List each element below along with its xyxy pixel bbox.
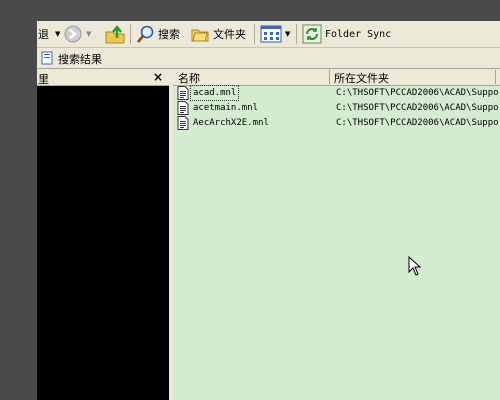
address-bar[interactable] xyxy=(37,48,500,69)
column-divider[interactable] xyxy=(495,70,496,84)
up-folder-button[interactable] xyxy=(104,24,126,44)
search-icon xyxy=(136,24,156,44)
forward-arrow-icon xyxy=(63,24,83,44)
file-row[interactable]: AecArchX2E.mnl C:\THSOFT\PCCAD2006\ACAD\… xyxy=(177,116,500,131)
file-name: acad.mnl xyxy=(189,85,240,101)
folders-button[interactable]: 文件夹 xyxy=(190,24,246,44)
column-header-name[interactable]: 名称 xyxy=(178,70,200,86)
file-name: acetmain.mnl xyxy=(193,103,259,113)
explorer-bar-pane xyxy=(37,69,169,400)
file-folder-path: C:\THSOFT\PCCAD2006\ACAD\Support xyxy=(336,88,500,98)
explorer-bar-header xyxy=(37,69,169,86)
search-button-label: 搜索 xyxy=(158,28,180,41)
forward-button[interactable]: ▼ xyxy=(63,24,91,44)
file-name: AecArchX2E.mnl xyxy=(193,118,269,128)
views-icon xyxy=(260,25,282,43)
back-button[interactable]: 退 ▼ xyxy=(38,24,60,44)
folder-sync-icon xyxy=(302,24,322,44)
folders-button-label: 文件夹 xyxy=(213,28,246,41)
column-header-folder[interactable]: 所在文件夹 xyxy=(334,70,389,86)
views-button[interactable]: ▼ xyxy=(260,24,290,44)
folders-icon xyxy=(190,24,210,44)
mnl-file-icon xyxy=(177,116,189,133)
search-button[interactable]: 搜索 xyxy=(136,24,180,44)
folder-sync-button[interactable]: Folder Sync xyxy=(302,24,391,44)
file-row[interactable]: acad.mnl C:\THSOFT\PCCAD2006\ACAD\Suppor… xyxy=(177,85,500,101)
toolbar-separator xyxy=(254,24,255,44)
column-divider[interactable] xyxy=(329,70,330,84)
up-folder-icon xyxy=(104,24,126,44)
back-dropdown-icon[interactable]: ▼ xyxy=(55,30,60,38)
close-icon[interactable]: × xyxy=(153,70,163,84)
file-row[interactable]: acetmain.mnl C:\THSOFT\PCCAD2006\ACAD\Su… xyxy=(177,101,500,116)
file-folder-path: C:\THSOFT\PCCAD2006\ACAD\Support xyxy=(336,103,500,113)
address-value: 搜索结果 xyxy=(58,53,102,66)
views-dropdown-icon[interactable]: ▼ xyxy=(285,30,290,38)
search-results-icon xyxy=(40,51,54,68)
folder-sync-label: Folder Sync xyxy=(325,28,392,40)
explorer-bar-title: 里 xyxy=(38,73,49,86)
back-button-label: 退 xyxy=(38,28,49,41)
forward-dropdown-icon[interactable]: ▼ xyxy=(86,30,91,38)
toolbar-separator xyxy=(130,24,131,44)
mouse-cursor-icon xyxy=(408,255,422,279)
file-folder-path: C:\THSOFT\PCCAD2006\ACAD\Support xyxy=(336,118,500,128)
toolbar-separator xyxy=(296,24,297,44)
